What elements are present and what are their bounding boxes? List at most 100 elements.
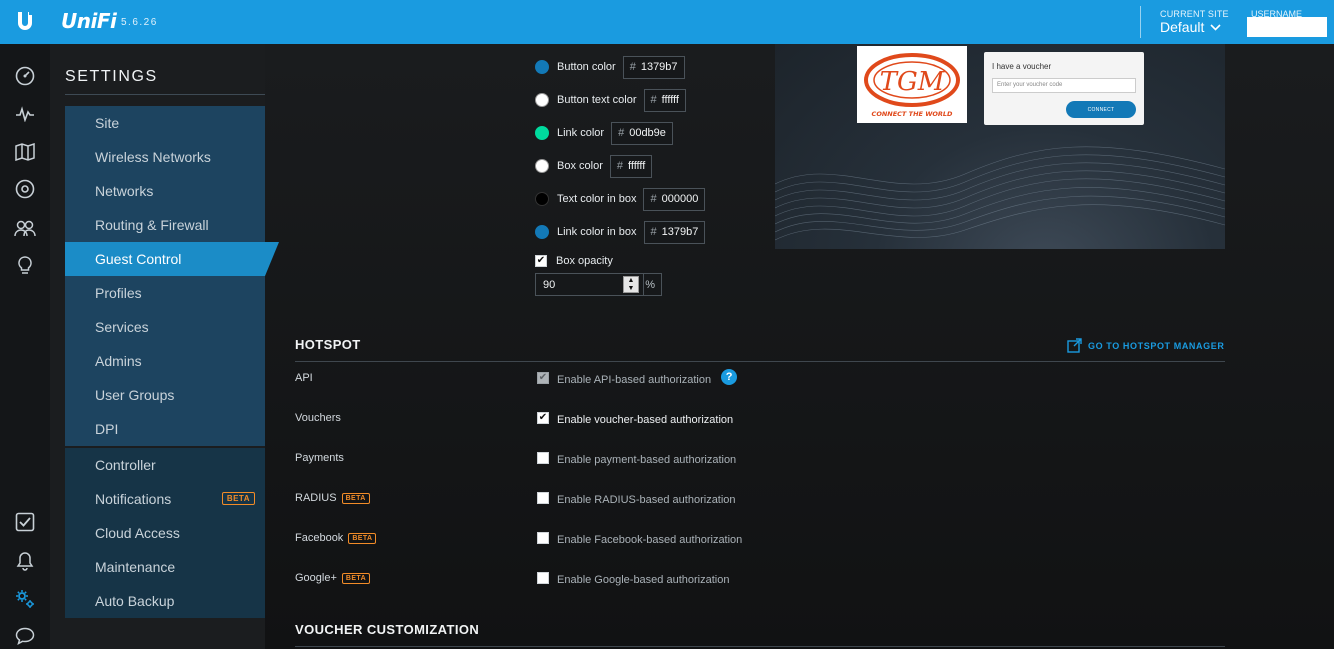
opacity-input[interactable]: 90 ▲ ▼ %: [535, 273, 662, 296]
hex-input[interactable]: # ffffff: [643, 88, 686, 112]
hex-value: 1379b7: [661, 226, 699, 238]
google-auth-checkbox[interactable]: [537, 572, 549, 584]
nav-item-routing-firewall[interactable]: Routing & Firewall: [65, 208, 265, 242]
top-bar: UniFi 5.6.26 CURRENT SITE Default USERNA…: [0, 0, 1334, 44]
color-row-box: Box color # ffffff: [535, 154, 653, 178]
username-field[interactable]: [1247, 17, 1327, 37]
nav-item-admins[interactable]: Admins: [65, 344, 265, 378]
hex-input[interactable]: # ffffff: [609, 154, 653, 178]
hash-prefix: #: [650, 226, 657, 238]
dashboard-icon[interactable]: [13, 64, 37, 88]
google-auth-option[interactable]: Enable Google-based authorization: [537, 572, 730, 586]
settings-gear-icon[interactable]: [13, 587, 37, 611]
help-icon[interactable]: ?: [721, 369, 738, 385]
insights-icon[interactable]: [13, 254, 37, 278]
voucher-auth-checkbox[interactable]: [537, 412, 549, 424]
stepper-down-icon[interactable]: ▼: [628, 285, 635, 292]
nav-item-wireless-networks[interactable]: Wireless Networks: [65, 140, 265, 174]
nav-item-dpi[interactable]: DPI: [65, 412, 265, 446]
google-auth-label: Enable Google-based authorization: [557, 574, 730, 586]
hex-value: ffffff: [661, 94, 679, 106]
wave-background-graphic: [775, 146, 1225, 241]
logo-text: TGM: [880, 67, 946, 97]
color-label: Button text color: [557, 94, 637, 106]
hex-input[interactable]: #000000: [643, 187, 706, 211]
color-swatch[interactable]: [535, 225, 549, 239]
hotspot-manager-link[interactable]: GO TO HOTSPOT MANAGER: [1067, 338, 1224, 353]
nav-item-controller[interactable]: Controller: [65, 448, 265, 482]
color-swatch[interactable]: [535, 60, 549, 74]
color-row-button-text: Button text color # ffffff: [535, 88, 686, 112]
beta-badge: BETA: [341, 492, 370, 504]
nav-item-notifications[interactable]: Notifications BETA: [65, 482, 265, 516]
hash-prefix: #: [650, 193, 657, 205]
row-label-text: Google+: [295, 572, 337, 584]
settings-title: SETTINGS: [65, 68, 158, 85]
hex-input[interactable]: #1379b7: [622, 55, 685, 79]
nav-item-label: Notifications: [95, 491, 172, 507]
facebook-auth-label: Enable Facebook-based authorization: [557, 534, 743, 546]
devices-icon[interactable]: [13, 177, 37, 201]
statistics-icon[interactable]: [13, 102, 37, 126]
logo-tagline: CONNECT THE WORLD: [872, 110, 954, 118]
header-divider: [1140, 6, 1141, 38]
chat-icon[interactable]: [13, 624, 37, 648]
alerts-check-icon[interactable]: [13, 510, 37, 534]
nav-item-cloud-access[interactable]: Cloud Access: [65, 516, 265, 550]
settings-nav-main: Site Wireless Networks Networks Routing …: [65, 106, 279, 446]
radius-auth-option[interactable]: Enable RADIUS-based authorization: [537, 492, 736, 506]
map-icon[interactable]: [13, 140, 37, 164]
voucher-code-input[interactable]: Enter your voucher code: [992, 78, 1136, 93]
clients-icon[interactable]: [13, 216, 37, 240]
api-auth-checkbox[interactable]: [537, 372, 549, 384]
settings-nav-secondary: Controller Notifications BETA Cloud Acce…: [65, 448, 265, 618]
color-swatch[interactable]: [535, 126, 549, 140]
portal-preview: TGM CONNECT THE WORLD I have a voucher E…: [775, 44, 1225, 249]
payment-auth-option[interactable]: Enable payment-based authorization: [537, 452, 737, 466]
voucher-login-box: I have a voucher Enter your voucher code…: [984, 52, 1144, 125]
connect-button[interactable]: CONNECT: [1066, 101, 1136, 118]
payment-auth-label: Enable payment-based authorization: [557, 454, 737, 466]
site-name: Default: [1160, 19, 1205, 35]
box-opacity-checkbox[interactable]: [535, 255, 547, 267]
facebook-auth-option[interactable]: Enable Facebook-based authorization: [537, 532, 743, 546]
hex-input[interactable]: #00db9e: [611, 121, 673, 145]
hotspot-row-label-google: Google+ BETA: [295, 572, 371, 584]
ubiquiti-logo-icon[interactable]: [0, 0, 50, 44]
color-swatch[interactable]: [535, 93, 549, 107]
stepper-up-icon[interactable]: ▲: [628, 277, 635, 284]
nav-item-networks[interactable]: Networks: [65, 174, 265, 208]
settings-divider: [65, 94, 265, 95]
nav-item-site[interactable]: Site: [65, 106, 265, 140]
row-label-text: RADIUS: [295, 492, 337, 504]
color-row-link: Link color #00db9e: [535, 121, 673, 145]
voucher-auth-label: Enable voucher-based authorization: [557, 414, 734, 426]
hotspot-row-label-facebook: Facebook BETA: [295, 532, 377, 544]
opacity-stepper[interactable]: ▲ ▼: [623, 276, 639, 293]
nav-item-user-groups[interactable]: User Groups: [65, 378, 265, 412]
box-opacity-toggle[interactable]: Box opacity: [535, 255, 613, 267]
api-auth-label: Enable API-based authorization: [557, 374, 712, 386]
hotspot-divider: [295, 361, 1225, 362]
color-swatch[interactable]: [535, 192, 549, 206]
voucher-auth-option[interactable]: Enable voucher-based authorization: [537, 412, 734, 426]
nav-item-guest-control[interactable]: Guest Control: [65, 242, 279, 276]
bell-icon[interactable]: [13, 549, 37, 573]
color-swatch[interactable]: [535, 159, 549, 173]
nav-item-services[interactable]: Services: [65, 310, 265, 344]
radius-auth-checkbox[interactable]: [537, 492, 549, 504]
hex-value: 1379b7: [640, 61, 678, 73]
hex-input[interactable]: #1379b7: [643, 220, 706, 244]
color-label: Box color: [557, 160, 603, 172]
site-selector[interactable]: Default: [1160, 19, 1221, 35]
nav-item-profiles[interactable]: Profiles: [65, 276, 265, 310]
nav-item-maintenance[interactable]: Maintenance: [65, 550, 265, 584]
chevron-down-icon: [1210, 23, 1221, 31]
facebook-auth-checkbox[interactable]: [537, 532, 549, 544]
color-label: Link color: [557, 127, 605, 139]
unifi-brand[interactable]: UniFi: [61, 9, 117, 33]
unit-divider: [643, 274, 644, 295]
nav-item-auto-backup[interactable]: Auto Backup: [65, 584, 265, 618]
voucher-title: I have a voucher: [992, 62, 1052, 71]
payment-auth-checkbox[interactable]: [537, 452, 549, 464]
